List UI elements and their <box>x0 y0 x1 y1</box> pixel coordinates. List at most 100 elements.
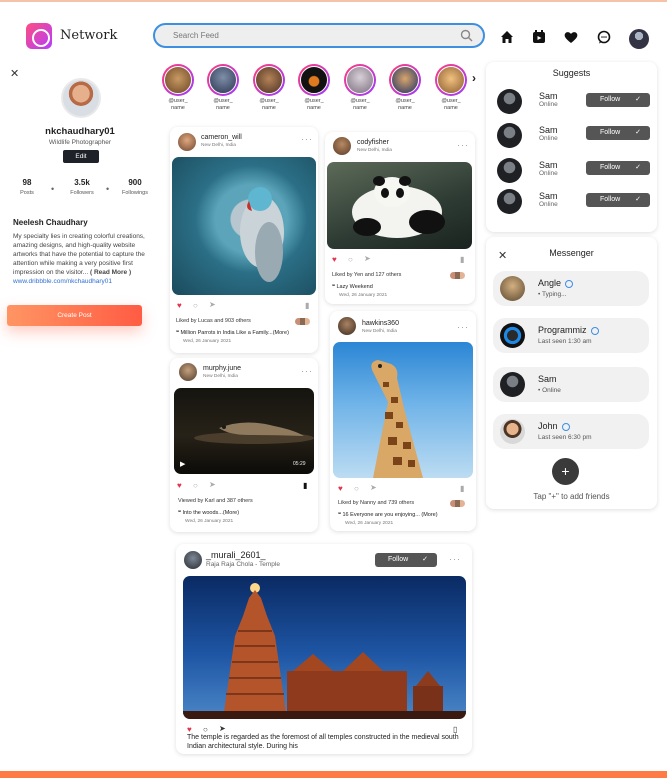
follow-button[interactable]: Follow ✓ <box>375 553 437 567</box>
bookmark-icon[interactable]: ▮ <box>460 484 464 493</box>
post-video-lizard[interactable]: ▶ 05:29 <box>174 388 314 474</box>
chat-item[interactable]: John Last seen 6:30 pm <box>493 414 649 449</box>
post-likes: Liked by Lucas and 903 others <box>176 318 251 324</box>
share-icon[interactable]: ➤ <box>209 480 216 489</box>
story-item[interactable]: @user_ name <box>298 64 330 112</box>
share-icon[interactable]: ➤ <box>209 300 216 309</box>
story-item[interactable]: @user_ name <box>389 64 421 112</box>
post-likes: Viewed by Karl and 387 others <box>178 498 253 504</box>
chat-avatar <box>500 276 525 301</box>
chat-item[interactable]: Angle • Typing... <box>493 271 649 306</box>
share-icon[interactable]: ➤ <box>370 483 377 492</box>
calendar-icon[interactable] <box>531 29 547 45</box>
suggest-avatar[interactable] <box>497 89 522 114</box>
story-item[interactable]: @user_ name <box>253 64 285 112</box>
bookmark-icon[interactable]: ▮ <box>305 301 309 310</box>
verified-icon <box>565 279 574 288</box>
more-options-icon[interactable]: ··· <box>301 134 313 144</box>
liked-avatars <box>450 272 465 279</box>
chat-icon[interactable] <box>596 29 612 45</box>
post-image-parrot[interactable] <box>172 157 316 295</box>
chat-item[interactable]: Programmiz Last seen 1:30 am <box>493 318 649 353</box>
more-options-icon[interactable]: ··· <box>457 140 469 150</box>
brand-name: Network <box>60 28 118 43</box>
chat-item[interactable]: Sam • Online <box>493 367 649 402</box>
heart-icon[interactable] <box>563 29 579 45</box>
play-icon[interactable]: ▶ <box>180 460 185 468</box>
stat-posts: 98 Posts <box>20 178 34 196</box>
create-post-button[interactable]: Create Post <box>7 305 142 326</box>
edit-profile-button[interactable]: Edit <box>63 150 99 163</box>
follow-button[interactable]: Follow ✓ <box>586 93 650 107</box>
post-avatar[interactable] <box>178 133 196 151</box>
read-more-link[interactable]: ( Read More ) <box>90 269 131 276</box>
suggest-info: Sam Online <box>539 160 558 177</box>
like-heart-icon[interactable]: ♥ <box>332 255 337 264</box>
post-image-giraffe[interactable] <box>333 342 473 478</box>
post-caption: ❝ Into the woods...(More) <box>178 510 240 516</box>
bookmark-icon[interactable]: ▮ <box>303 481 307 490</box>
search-input[interactable]: Search Feed <box>153 23 485 48</box>
comment-icon[interactable]: ○ <box>348 255 353 264</box>
verified-icon <box>561 422 570 431</box>
profile-avatar[interactable] <box>61 78 101 118</box>
more-options-icon[interactable]: ··· <box>449 554 461 564</box>
follow-button[interactable]: Follow ✓ <box>586 193 650 207</box>
home-icon[interactable] <box>499 29 515 45</box>
user-avatar[interactable] <box>629 29 649 49</box>
post-image-temple[interactable] <box>183 576 466 719</box>
post-avatar[interactable] <box>333 137 351 155</box>
post-image-panda[interactable] <box>327 162 472 249</box>
add-friend-button[interactable]: + <box>552 458 579 485</box>
follow-button[interactable]: Follow ✓ <box>586 126 650 140</box>
bookmark-icon[interactable]: ▮ <box>460 255 464 264</box>
post-text: The temple is regarded as the foremost o… <box>187 734 459 750</box>
like-heart-icon[interactable]: ♥ <box>177 481 182 490</box>
story-item[interactable]: @user_ name <box>207 64 239 112</box>
story-item[interactable]: @user_ name <box>435 64 467 112</box>
suggest-avatar[interactable] <box>497 123 522 148</box>
share-icon[interactable]: ➤ <box>364 254 371 263</box>
suggest-avatar[interactable] <box>497 158 522 183</box>
post-caption: ❝ Lazy Weekend <box>332 284 373 290</box>
comment-icon[interactable]: ○ <box>354 484 359 493</box>
post-date: Wed, 26 January 2021 <box>185 519 234 524</box>
more-options-icon[interactable]: ··· <box>457 322 469 332</box>
comment-icon[interactable]: ○ <box>193 481 198 490</box>
comment-icon[interactable]: ○ <box>193 301 198 310</box>
chevron-right-icon[interactable]: › <box>472 71 476 85</box>
search-icon[interactable] <box>460 29 473 42</box>
messenger-title: Messenger <box>549 248 594 258</box>
post-username[interactable]: hawkins360 <box>362 320 399 327</box>
like-heart-icon[interactable]: ♥ <box>338 484 343 493</box>
close-icon[interactable]: ✕ <box>10 67 19 80</box>
profile-link[interactable]: www.dribbble.com/nkchaudhary01 <box>13 278 112 285</box>
share-icon[interactable]: ➤ <box>219 724 226 733</box>
search-placeholder: Search Feed <box>173 31 219 40</box>
chat-avatar <box>500 372 525 397</box>
post-location: New Delhi, India <box>362 329 397 334</box>
post-caption: ❝ 16 Everyone are you enjoying... (More) <box>338 512 438 518</box>
suggest-info: Sam Online <box>539 125 558 142</box>
post-username[interactable]: codyfisher <box>357 139 389 146</box>
follow-button[interactable]: Follow ✓ <box>586 161 650 175</box>
more-options-icon[interactable]: ··· <box>301 366 313 376</box>
verified-icon <box>590 326 599 335</box>
app-logo-icon[interactable] <box>26 23 52 49</box>
post-avatar[interactable] <box>338 317 356 335</box>
stat-followers: 3.5k Followers <box>70 178 94 196</box>
post-likes: Liked by Nanny and 739 others <box>338 500 415 506</box>
story-item[interactable]: @user_ name <box>162 64 194 112</box>
story-item[interactable]: @user_ name <box>344 64 376 112</box>
post-date: Wed, 26 January 2021 <box>183 339 232 344</box>
post-username[interactable]: murphy.june <box>203 365 241 372</box>
like-heart-icon[interactable]: ♥ <box>177 301 182 310</box>
post-caption: ❝ Million Parrots in India Like a Family… <box>176 330 289 336</box>
post-location: New Delhi, India <box>203 374 238 379</box>
post-avatar[interactable] <box>184 551 202 569</box>
post-username[interactable]: cameron_will <box>201 134 242 141</box>
post-avatar[interactable] <box>179 363 197 381</box>
stat-separator: • <box>106 184 110 194</box>
post-username[interactable]: _murali_2601_ <box>206 550 266 560</box>
suggest-avatar[interactable] <box>497 189 522 214</box>
